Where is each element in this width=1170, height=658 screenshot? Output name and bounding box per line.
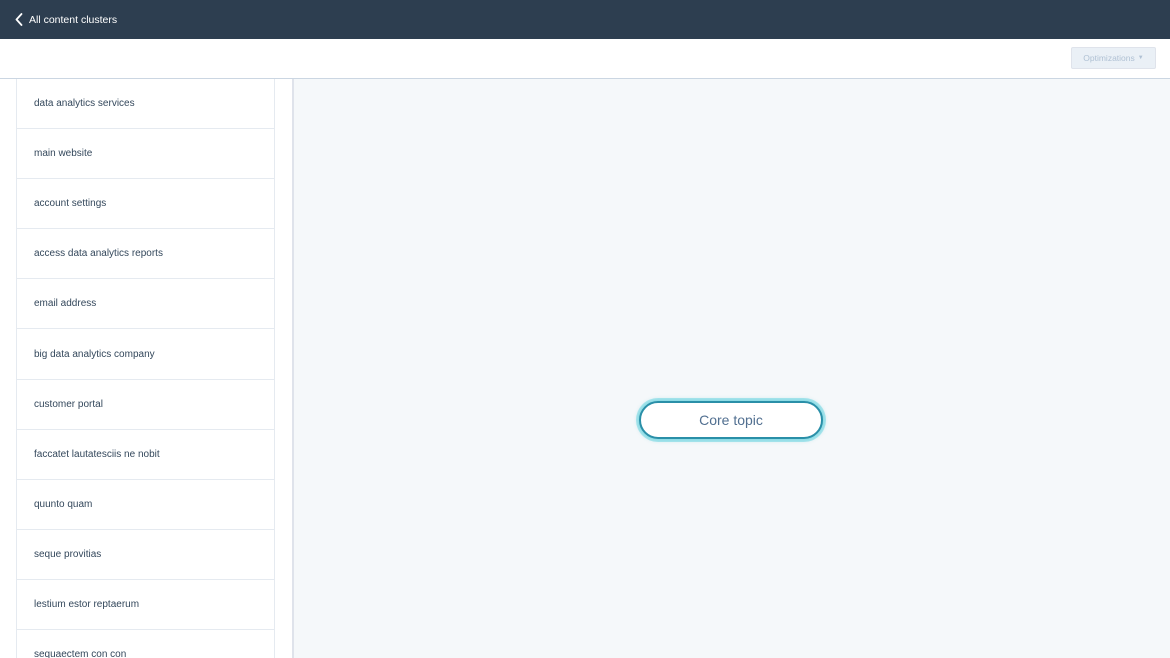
optimizations-dropdown-button[interactable]: Optimizations ▼ [1071, 47, 1156, 69]
cluster-canvas[interactable]: Core topic [294, 79, 1170, 658]
list-item[interactable]: sequaectem con con [17, 630, 274, 658]
list-item-label: sequaectem con con [34, 649, 127, 658]
list-item[interactable]: big data analytics company [17, 329, 274, 380]
list-item-label: access data analytics reports [34, 248, 163, 260]
list-item-label: data analytics services [34, 98, 135, 110]
back-link-label: All content clusters [29, 13, 118, 26]
core-topic-label: Core topic [699, 412, 763, 428]
list-item[interactable]: account settings [17, 179, 274, 230]
list-item[interactable]: main website [17, 129, 274, 180]
list-item-label: quunto quam [34, 498, 93, 510]
list-item[interactable]: faccatet lautatesciis ne nobit [17, 430, 274, 480]
optimizations-label: Optimizations [1083, 53, 1135, 63]
list-item-label: big data analytics company [34, 348, 155, 360]
list-item[interactable]: seque provitias [17, 530, 274, 580]
toolbar: Optimizations ▼ [0, 39, 1170, 79]
subtopic-list: data analytics services main website acc… [16, 79, 275, 658]
list-item[interactable]: email address [17, 279, 274, 330]
list-item[interactable]: data analytics services [17, 79, 274, 130]
caret-down-icon: ▼ [1137, 55, 1144, 61]
list-item-label: seque provitias [34, 548, 102, 560]
chevron-left-icon [15, 13, 23, 26]
list-item-label: main website [34, 148, 93, 160]
list-item-label: customer portal [34, 398, 103, 410]
list-item[interactable]: quunto quam [17, 480, 274, 530]
top-bar: All content clusters [0, 0, 1170, 39]
list-item-label: account settings [34, 198, 107, 210]
list-item-label: email address [34, 298, 97, 310]
subtopic-sidebar: data analytics services main website acc… [0, 79, 294, 658]
list-item[interactable]: lestium estor reptaerum [17, 580, 274, 631]
list-item[interactable]: customer portal [17, 380, 274, 430]
list-item-label: lestium estor reptaerum [34, 598, 140, 610]
core-topic-node[interactable]: Core topic [639, 401, 823, 439]
list-item[interactable]: access data analytics reports [17, 229, 274, 280]
back-to-clusters-link[interactable]: All content clusters [15, 13, 117, 26]
list-item-label: faccatet lautatesciis ne nobit [34, 448, 160, 460]
